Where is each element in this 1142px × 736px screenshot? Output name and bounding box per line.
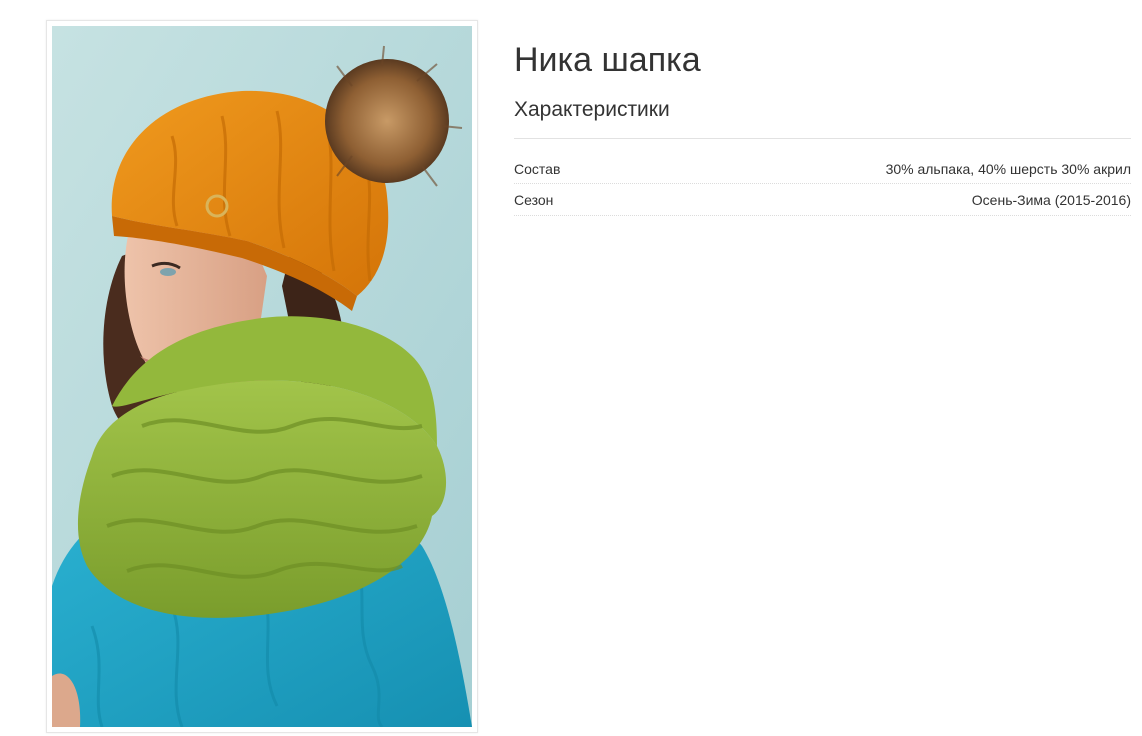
product-title: Ника шапка: [514, 41, 701, 79]
spec-value: 30% альпака, 40% шерсть 30% акрил: [885, 160, 1131, 177]
spec-label: Сезон: [514, 191, 554, 208]
divider: [514, 138, 1131, 139]
characteristics-heading: Характеристики: [514, 98, 670, 121]
spec-row-composition: Состав 30% альпака, 40% шерсть 30% акрил: [514, 154, 1131, 184]
product-photo[interactable]: [52, 26, 472, 727]
specs-table: Состав 30% альпака, 40% шерсть 30% акрил…: [514, 154, 1131, 216]
spec-row-season: Сезон Осень-Зима (2015-2016): [514, 184, 1131, 216]
product-info: Ника шапка Характеристики Состав 30% аль…: [514, 38, 1131, 216]
product-photo-frame[interactable]: [46, 20, 478, 733]
spec-value: Осень-Зима (2015-2016): [971, 191, 1131, 208]
product-page: Ника шапка Характеристики Состав 30% аль…: [0, 0, 1142, 736]
product-photo-illustration: [52, 26, 472, 727]
spec-label: Состав: [514, 160, 561, 177]
